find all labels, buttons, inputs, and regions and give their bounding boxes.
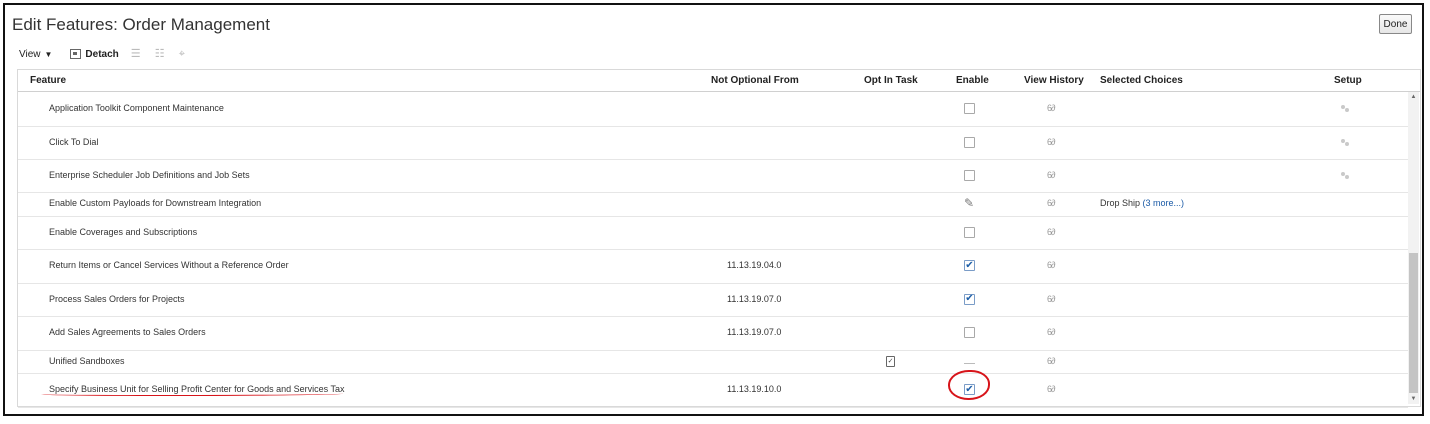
view-history-icon[interactable]: 6∂ — [1047, 384, 1056, 394]
feature-name: Click To Dial — [49, 136, 99, 147]
table-row[interactable]: Enterprise Scheduler Job Definitions and… — [18, 159, 1408, 193]
vertical-scrollbar[interactable]: ▲ ▼ — [1408, 92, 1419, 404]
feature-name: Return Items or Cancel Services Without … — [49, 260, 289, 270]
enable-checkbox[interactable] — [964, 327, 975, 338]
view-history-icon[interactable]: 6∂ — [1047, 356, 1056, 366]
enable-not-applicable — [964, 362, 975, 364]
table-row[interactable]: Click To Dial 6∂ — [18, 126, 1408, 160]
pencil-icon[interactable]: ✎ — [964, 196, 974, 210]
table-header: Feature Not Optional From Opt In Task En… — [18, 70, 1420, 92]
enable-checkbox[interactable] — [964, 136, 975, 148]
feature-name: Enable Coverages and Subscriptions — [49, 226, 198, 237]
table-row[interactable]: Enable Coverages and Subscriptions 6∂ — [18, 216, 1408, 250]
annotation-circle — [948, 370, 990, 400]
view-history-icon[interactable]: 6∂ — [1047, 327, 1056, 337]
setup-gear-icon[interactable] — [1341, 171, 1351, 180]
column-header-view-history[interactable]: View History — [1024, 75, 1084, 86]
column-header-selected-choices[interactable]: Selected Choices — [1100, 75, 1183, 86]
feature-name: Enterprise Scheduler Job Definitions and… — [49, 169, 250, 180]
scroll-down-icon[interactable]: ▼ — [1408, 394, 1419, 404]
feature-editor-window: Edit Features: Order Management Done Vie… — [3, 3, 1424, 416]
view-history-icon[interactable]: 6∂ — [1047, 103, 1056, 113]
enable-checkbox[interactable] — [964, 103, 975, 114]
feature-name: Application Toolkit Component Maintenanc… — [49, 103, 224, 113]
enable-checkbox[interactable] — [964, 226, 975, 238]
column-header-not-optional-from[interactable]: Not Optional From — [711, 75, 799, 86]
detach-icon — [70, 49, 82, 59]
table-row[interactable]: Enable Custom Payloads for Downstream In… — [18, 192, 1408, 217]
table-row[interactable]: Return Items or Cancel Services Without … — [18, 249, 1408, 284]
scroll-to-icon[interactable]: ⌖ — [179, 48, 191, 60]
view-history-icon[interactable]: 6∂ — [1047, 198, 1056, 208]
feature-name: Add Sales Agreements to Sales Orders — [49, 327, 206, 337]
view-history-icon[interactable]: 6∂ — [1047, 137, 1056, 147]
feature-name: Enable Custom Payloads for Downstream In… — [49, 198, 262, 208]
not-optional-from-value: 11.13.19.07.0 — [727, 327, 782, 337]
not-optional-from-value: 11.13.19.07.0 — [727, 293, 782, 304]
column-header-opt-in-task[interactable]: Opt In Task — [864, 75, 918, 86]
collapse-all-icon[interactable]: ☷ — [155, 48, 167, 60]
setup-gear-icon[interactable] — [1341, 105, 1351, 113]
table-row[interactable]: Application Toolkit Component Maintenanc… — [18, 92, 1408, 127]
scrollbar-thumb[interactable] — [1409, 253, 1418, 393]
column-header-enable[interactable]: Enable — [956, 75, 989, 86]
not-optional-from-value: 11.13.19.04.0 — [727, 260, 782, 270]
view-menu-label: View — [19, 48, 41, 60]
expand-all-icon[interactable]: ☰ — [131, 48, 143, 60]
selected-choices-text: Drop Ship — [1100, 198, 1143, 208]
feature-name: Process Sales Orders for Projects — [49, 293, 185, 304]
column-header-feature[interactable]: Feature — [30, 75, 66, 86]
more-choices-link[interactable]: (3 more...) — [1143, 198, 1185, 208]
feature-name: Unified Sandboxes — [49, 355, 125, 366]
detach-label: Detach — [85, 48, 119, 60]
detach-button[interactable]: Detach — [70, 48, 119, 60]
table-row[interactable]: Unified Sandboxes ✓ 6∂ — [18, 350, 1408, 374]
setup-gear-icon[interactable] — [1341, 138, 1351, 147]
view-history-icon[interactable]: 6∂ — [1047, 170, 1056, 180]
view-history-icon[interactable]: 6∂ — [1047, 227, 1056, 237]
done-button[interactable]: Done — [1379, 14, 1412, 34]
enable-checkbox[interactable]: ✔ — [964, 260, 975, 271]
scroll-up-icon[interactable]: ▲ — [1408, 92, 1419, 102]
view-history-icon[interactable]: 6∂ — [1047, 294, 1056, 304]
toolbar: View ▼ Detach ☰ ☷ ⌖ — [19, 44, 191, 64]
column-header-setup[interactable]: Setup — [1334, 75, 1362, 86]
not-optional-from-value: 11.13.19.10.0 — [727, 384, 782, 394]
page-title: Edit Features: Order Management — [12, 15, 270, 34]
enable-checkbox[interactable]: ✔ — [964, 293, 975, 305]
opt-in-task-icon[interactable]: ✓ — [886, 355, 895, 367]
table-row[interactable]: Specify Business Unit for Selling Profit… — [18, 373, 1408, 408]
view-history-icon[interactable]: 6∂ — [1047, 260, 1056, 270]
enable-checkbox[interactable] — [964, 169, 975, 181]
view-menu[interactable]: View ▼ — [19, 49, 52, 60]
table-row[interactable]: Add Sales Agreements to Sales Orders 11.1… — [18, 316, 1408, 351]
chevron-down-icon: ▼ — [44, 49, 53, 59]
table-row[interactable]: Process Sales Orders for Projects 11.13.1… — [18, 283, 1408, 317]
features-table: Feature Not Optional From Opt In Task En… — [17, 69, 1421, 408]
selected-choices: Drop Ship (3 more...) — [1100, 198, 1184, 208]
